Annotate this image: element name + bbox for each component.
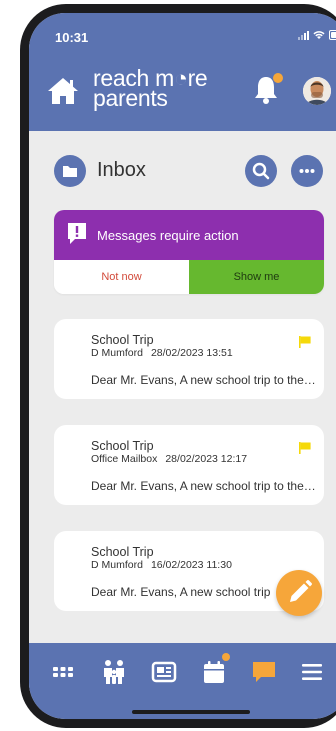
message-subject: School Trip	[91, 545, 154, 559]
page-title: Inbox	[97, 159, 146, 181]
home-indicator	[132, 710, 250, 714]
banner-actions: Not now Show me	[54, 260, 324, 294]
avatar[interactable]	[303, 77, 331, 105]
message-sender: D Mumford	[91, 347, 143, 359]
chat-icon	[253, 662, 275, 682]
show-me-button[interactable]: Show me	[189, 260, 324, 294]
nav-grid[interactable]	[48, 657, 78, 687]
menu-icon	[302, 664, 322, 680]
message-datetime: 28/02/2023 13:51	[150, 347, 233, 359]
message-meta: D Mumford 28/02/2023 13:51	[91, 347, 233, 359]
notification-dot	[273, 73, 283, 83]
pencil-icon	[290, 580, 312, 602]
app-logo: reach m◔re parents	[93, 67, 208, 111]
app-header: 10:31 reach m◔re parents	[29, 13, 336, 131]
flag-icon	[299, 442, 311, 454]
search-icon	[252, 162, 270, 180]
message-preview: Dear Mr. Evans, A new school trip to the…	[91, 373, 316, 387]
compose-button[interactable]	[276, 570, 322, 616]
app-screen: 10:31 reach m◔re parents Inbox Messages …	[29, 13, 336, 719]
flag-icon	[299, 336, 311, 348]
message-meta: D Mumford 16/02/2023 11:30	[91, 559, 232, 571]
family-icon	[104, 660, 124, 684]
message-subject: School Trip	[91, 333, 154, 347]
calendar-notification-dot	[222, 653, 230, 661]
status-icons	[298, 30, 336, 40]
status-time: 10:31	[55, 30, 89, 45]
nav-news[interactable]	[149, 657, 179, 687]
more-options-button[interactable]	[291, 155, 323, 187]
search-button[interactable]	[245, 155, 277, 187]
message-sender: Office Mailbox	[91, 453, 158, 465]
message-meta: Office Mailbox 28/02/2023 12:17	[91, 453, 247, 465]
nav-calendar[interactable]	[199, 657, 229, 687]
message-preview: Dear Mr. Evans, A new school trip to the…	[91, 479, 316, 493]
action-banner: Messages require action Not now Show me	[54, 210, 324, 294]
message-datetime: 28/02/2023 12:17	[165, 453, 248, 465]
bottom-nav	[29, 643, 336, 719]
message-card[interactable]: School Trip Office Mailbox 28/02/2023 12:…	[54, 425, 324, 505]
nav-menu[interactable]	[297, 657, 327, 687]
home-icon[interactable]	[46, 76, 80, 106]
alert-icon	[68, 223, 86, 244]
banner-header: Messages require action	[54, 210, 324, 260]
nav-family[interactable]	[99, 657, 129, 687]
message-sender: D Mumford	[91, 559, 143, 571]
message-card[interactable]: School Trip D Mumford 28/02/2023 13:51 De…	[54, 319, 324, 399]
news-icon	[151, 661, 177, 683]
battery-icon	[329, 30, 336, 40]
calendar-icon	[204, 661, 224, 683]
logo-line2: parents	[93, 85, 168, 111]
message-datetime: 16/02/2023 11:30	[150, 559, 232, 571]
wifi-icon	[313, 31, 325, 39]
inbox-folder-icon	[54, 155, 86, 187]
message-subject: School Trip	[91, 439, 154, 453]
banner-message: Messages require action	[97, 228, 239, 243]
signal-icon	[298, 30, 309, 40]
not-now-button[interactable]: Not now	[54, 260, 189, 294]
grid-icon	[53, 667, 73, 677]
ellipsis-icon	[299, 169, 315, 173]
nav-chat[interactable]	[249, 657, 279, 687]
